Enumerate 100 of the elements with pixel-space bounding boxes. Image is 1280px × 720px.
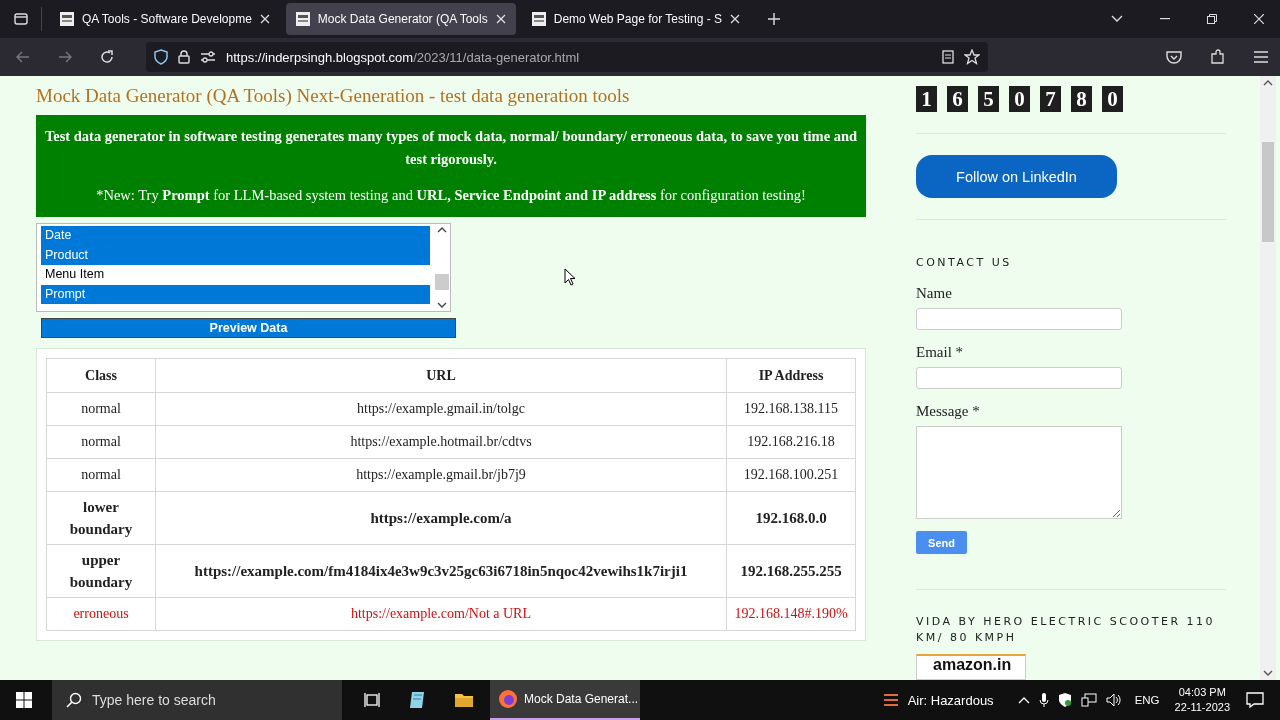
table-cell: https://example.gmail.br/jb7j9 bbox=[155, 458, 727, 492]
task-view-icon[interactable] bbox=[364, 692, 382, 708]
amazon-logo[interactable]: amazon.in bbox=[916, 654, 1026, 680]
favicon-icon bbox=[531, 12, 546, 26]
network-icon[interactable] bbox=[1080, 693, 1097, 707]
page-title: Mock Data Generator (QA Tools) Next-Generation - test data generation tools bbox=[36, 85, 631, 107]
scroll-thumb[interactable] bbox=[435, 273, 449, 290]
restore-icon[interactable] bbox=[1207, 14, 1217, 24]
permissions-icon[interactable] bbox=[200, 51, 216, 63]
table-cell: 192.168.0.0 bbox=[726, 491, 856, 545]
table-cell: 192.168.216.18 bbox=[726, 425, 856, 459]
new-tab-icon[interactable] bbox=[768, 13, 781, 25]
preview-data-button[interactable]: Preview Data bbox=[41, 318, 456, 338]
minimize-icon[interactable] bbox=[1160, 18, 1170, 20]
pocket-icon[interactable] bbox=[1166, 50, 1182, 64]
browser-tab[interactable]: QA Tools - Software Developme bbox=[50, 3, 280, 35]
table-cell: normal bbox=[46, 458, 156, 492]
table-cell: 192.168.100.251 bbox=[726, 458, 856, 492]
back-icon[interactable] bbox=[16, 51, 30, 63]
weather-icon[interactable] bbox=[881, 692, 900, 708]
counter-digit: 0 bbox=[1102, 86, 1123, 112]
favicon-icon bbox=[295, 12, 310, 26]
table-cell: https://example.hotmail.br/cdtvs bbox=[155, 425, 727, 459]
column-header: IP Address bbox=[726, 358, 856, 393]
notification-icon[interactable] bbox=[1246, 692, 1264, 708]
list-option[interactable]: Prompt bbox=[41, 284, 430, 304]
search-icon bbox=[66, 692, 82, 708]
table-cell: https://example.com/a bbox=[155, 491, 727, 545]
url-text: https://inderpsingh.blogspot.com/2023/11/data-generator.html bbox=[226, 49, 580, 65]
list-option[interactable]: Menu Item bbox=[41, 265, 430, 285]
input-field[interactable] bbox=[916, 367, 1122, 389]
counter-digit: 5 bbox=[978, 86, 999, 112]
column-header: Class bbox=[46, 358, 156, 393]
counter-digit: 1 bbox=[916, 86, 937, 112]
counter-digit: 0 bbox=[1009, 86, 1030, 112]
intro-text: Test data generator in software testing generates many types of mock data, normal/ boundary/ erroneous data, to save you time and test rigorously. bbox=[43, 127, 859, 169]
star-icon[interactable] bbox=[964, 49, 980, 65]
field-label: Name bbox=[916, 285, 952, 302]
browser-tab[interactable]: Mock Data Generator (QA Tools bbox=[285, 3, 516, 35]
scroll-thumb[interactable] bbox=[1262, 142, 1274, 242]
table-cell: erroneous bbox=[46, 597, 156, 631]
reload-icon[interactable] bbox=[100, 50, 114, 64]
address-bar[interactable]: https://inderpsingh.blogspot.com/2023/11/data-generator.html bbox=[146, 42, 988, 72]
microphone-icon[interactable] bbox=[1038, 692, 1049, 708]
shield-icon[interactable] bbox=[154, 49, 168, 65]
table-cell: normal bbox=[46, 392, 156, 426]
data-type-list[interactable]: Date Product Menu Item Prompt bbox=[36, 223, 451, 312]
page-scrollbar[interactable] bbox=[1260, 76, 1276, 680]
close-icon[interactable] bbox=[495, 14, 506, 24]
chevron-up-icon[interactable] bbox=[1017, 696, 1030, 704]
scroll-up-icon[interactable] bbox=[437, 227, 447, 233]
weather-text[interactable]: Air: Hazardous bbox=[907, 692, 994, 708]
chevron-down-icon[interactable] bbox=[1111, 15, 1123, 23]
ad-heading: VIDA BY HERO ELECTRIC SCOOTER 110 KM/ 80 KMPH bbox=[916, 614, 1217, 646]
table-cell: https://example.gmail.in/tolgc bbox=[155, 392, 727, 426]
table-cell: normal bbox=[46, 425, 156, 459]
counter-digit: 6 bbox=[947, 86, 968, 112]
tab-list-icon[interactable] bbox=[13, 11, 29, 27]
mouse-cursor bbox=[564, 268, 576, 286]
close-icon[interactable] bbox=[259, 14, 270, 24]
table-cell: 192.168.148#.190% bbox=[726, 597, 856, 631]
table-cell: 192.168.138.115 bbox=[726, 392, 856, 426]
taskbar-search-field[interactable]: Type here to search bbox=[52, 680, 342, 720]
message-field[interactable] bbox=[916, 426, 1122, 519]
favicon-icon bbox=[60, 12, 74, 26]
table-cell: https://example.com/Not a URL bbox=[155, 597, 727, 631]
speaker-icon[interactable] bbox=[1105, 693, 1122, 707]
close-icon[interactable] bbox=[1254, 14, 1264, 24]
scroll-up-icon[interactable] bbox=[1263, 80, 1273, 86]
column-header: URL bbox=[155, 358, 727, 393]
table-cell: 192.168.255.255 bbox=[726, 544, 856, 598]
contact-heading: CONTACT US bbox=[916, 255, 1012, 271]
language-indicator[interactable]: ENG bbox=[1134, 694, 1160, 706]
table-cell: lower boundary bbox=[46, 491, 156, 545]
new-features-text: *New: Try Prompt for LLM-based system testing and URL, Service Endpoint and IP address for configuration testing! bbox=[95, 186, 807, 205]
lock-icon[interactable] bbox=[178, 50, 190, 64]
field-label: Message * bbox=[916, 403, 980, 420]
list-option[interactable]: Product bbox=[41, 245, 430, 265]
field-label: Email * bbox=[916, 344, 964, 361]
browser-app-icon bbox=[498, 689, 518, 709]
table-cell: upper boundary bbox=[46, 544, 156, 598]
counter-digit: 8 bbox=[1071, 86, 1092, 112]
list-option[interactable]: Date bbox=[41, 226, 430, 246]
forward-icon[interactable] bbox=[58, 51, 72, 63]
clock-date[interactable]: 22-11-2023 bbox=[1174, 700, 1230, 715]
close-icon[interactable] bbox=[730, 14, 741, 24]
menu-icon[interactable] bbox=[1254, 51, 1268, 63]
input-field[interactable] bbox=[916, 308, 1122, 330]
follow-linkedin-button[interactable]: Follow on LinkedIn bbox=[916, 155, 1117, 198]
clock-time[interactable]: 04:03 PM bbox=[1178, 685, 1226, 700]
taskbar-app-button[interactable]: Mock Data Generat... bbox=[490, 680, 640, 720]
browser-tab[interactable]: Demo Web Page for Testing - S bbox=[521, 3, 751, 35]
folder-icon[interactable] bbox=[454, 692, 474, 708]
scroll-down-icon[interactable] bbox=[437, 302, 447, 308]
windows-start-icon[interactable] bbox=[16, 692, 32, 708]
security-shield-icon[interactable] bbox=[1057, 692, 1072, 708]
extensions-icon[interactable] bbox=[1210, 49, 1226, 65]
reader-view-icon[interactable] bbox=[942, 50, 954, 64]
scroll-down-icon[interactable] bbox=[1263, 670, 1273, 676]
counter-digit: 7 bbox=[1040, 86, 1061, 112]
